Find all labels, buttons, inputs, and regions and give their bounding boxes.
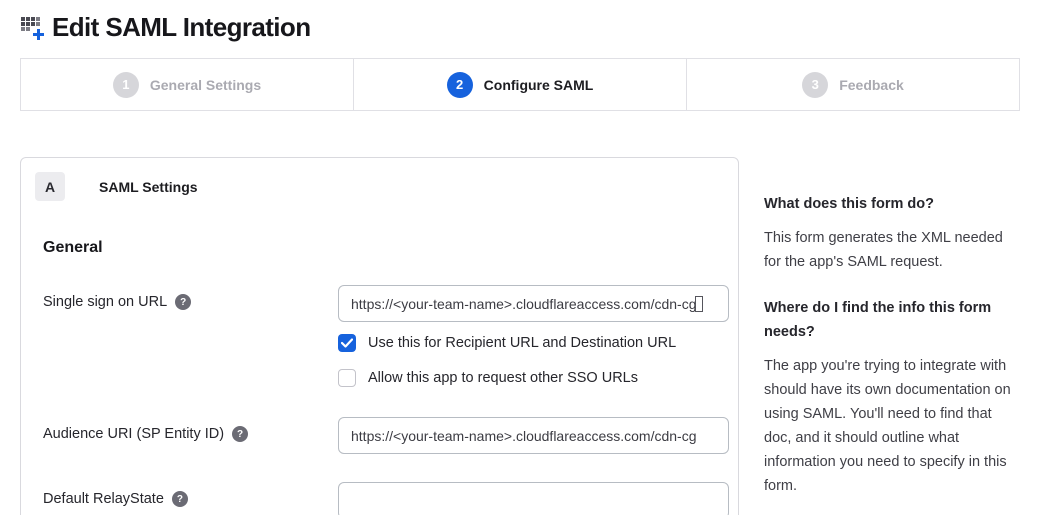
help-paragraph-where: The app you're trying to integrate with … (764, 354, 1020, 498)
text-cursor (695, 296, 703, 312)
single-sign-on-url-field-row: Single sign on URL ? https://<your-team-… (43, 285, 716, 387)
section-header: A SAML Settings (35, 172, 716, 201)
single-sign-on-url-label: Single sign on URL (43, 294, 167, 310)
content-area: A SAML Settings General Single sign on U… (20, 157, 1020, 515)
default-relaystate-field-row: Default RelayState ? If no value is set,… (43, 482, 716, 515)
step-general-settings[interactable]: 1 General Settings (21, 59, 353, 110)
step-feedback[interactable]: 3 Feedback (686, 59, 1019, 110)
question-mark-icon[interactable]: ? (172, 491, 188, 507)
audience-uri-label: Audience URI (SP Entity ID) (43, 426, 224, 442)
question-mark-icon[interactable]: ? (232, 426, 248, 442)
edit-saml-integration-page: Edit SAML Integration 1 General Settings… (0, 0, 1063, 515)
section-title: SAML Settings (99, 179, 198, 195)
step-number-badge: 1 (113, 72, 139, 98)
general-group-heading: General (43, 239, 716, 257)
help-paragraph-what: This form generates the XML needed for t… (764, 226, 1020, 274)
step-number-badge: 3 (802, 72, 828, 98)
saml-settings-panel: A SAML Settings General Single sign on U… (20, 157, 739, 515)
audience-uri-field-row: Audience URI (SP Entity ID) ? https://<y… (43, 417, 716, 454)
wizard-steps-bar: 1 General Settings 2 Configure SAML 3 Fe… (20, 58, 1020, 111)
checkbox-checked-icon[interactable] (338, 334, 356, 352)
default-relaystate-input[interactable] (338, 482, 729, 515)
question-mark-icon[interactable]: ? (175, 294, 191, 310)
step-label: Configure SAML (484, 77, 594, 93)
step-configure-saml[interactable]: 2 Configure SAML (353, 59, 686, 110)
other-sso-urls-checkbox-row[interactable]: Allow this app to request other SSO URLs (338, 369, 729, 387)
help-heading-where: Where do I find the info this form needs… (764, 296, 1020, 344)
recipient-url-checkbox-row[interactable]: Use this for Recipient URL and Destinati… (338, 334, 729, 352)
help-heading-what: What does this form do? (764, 192, 1020, 216)
default-relaystate-label: Default RelayState (43, 491, 164, 507)
section-a-badge: A (35, 172, 65, 201)
single-sign-on-url-input[interactable]: https://<your-team-name>.cloudflareacces… (338, 285, 729, 322)
single-sign-on-url-value: https://<your-team-name>.cloudflareacces… (351, 296, 697, 312)
checkbox-unchecked-icon[interactable] (338, 369, 356, 387)
plus-icon (33, 29, 44, 40)
app-grid-add-icon (20, 14, 46, 40)
step-label: Feedback (839, 77, 904, 93)
audience-uri-input[interactable]: https://<your-team-name>.cloudflareacces… (338, 417, 729, 454)
page-header: Edit SAML Integration (20, 8, 1020, 46)
step-number-badge: 2 (447, 72, 473, 98)
recipient-url-checkbox-label: Use this for Recipient URL and Destinati… (368, 335, 676, 351)
other-sso-urls-checkbox-label: Allow this app to request other SSO URLs (368, 370, 638, 386)
help-sidebar: What does this form do? This form genera… (764, 157, 1020, 515)
step-label: General Settings (150, 77, 261, 93)
page-title: Edit SAML Integration (52, 12, 310, 43)
audience-uri-value: https://<your-team-name>.cloudflareacces… (351, 428, 697, 444)
